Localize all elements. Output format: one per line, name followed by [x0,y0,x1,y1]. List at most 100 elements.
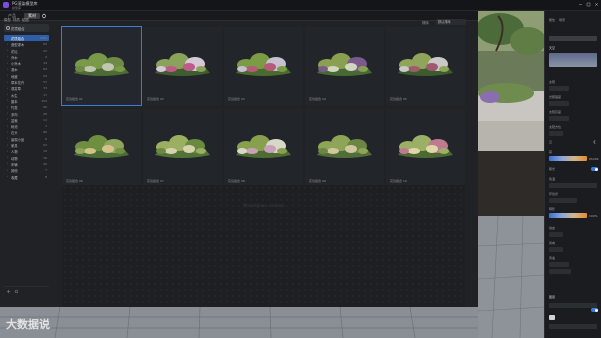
chevron-right-icon[interactable]: › [7,49,9,52]
settings-icon[interactable] [14,289,19,294]
chevron-right-icon[interactable]: › [7,36,9,40]
chevron-right-icon[interactable]: › [7,137,9,140]
sidebar-item-count: 80 [43,130,47,135]
asset-tile[interactable]: 花境组合 05 [386,27,465,105]
chevron-right-icon[interactable]: › [7,156,9,159]
color-temp-value: 6500K [589,157,599,161]
rp-tab-properties[interactable]: 属性 [549,18,555,22]
title-bar: PG渲染模型库 模型库 [0,0,601,11]
chevron-right-icon[interactable]: › [7,105,9,109]
add-icon[interactable] [6,289,11,294]
sidebar-tab-textures[interactable]: 贴图 [22,17,29,22]
chevron-right-icon[interactable]: › [7,130,9,134]
sky-preview[interactable] [549,53,597,67]
sidebar-item-count: 17 [43,92,47,97]
sidebar-item[interactable]: › 收藏 8 [4,174,49,180]
sidebar-tab-materials[interactable]: 材质 [13,17,20,22]
search-text: 花境组合 [11,26,25,31]
minimize-icon[interactable] [578,2,583,7]
sun-field[interactable] [549,86,569,91]
asset-tile[interactable]: 花境组合 07 [143,109,222,187]
wind-extra-field[interactable] [549,269,571,274]
sidebar-item-count: 16 [43,155,47,160]
chevron-right-icon[interactable]: › [7,99,9,102]
exposure-toggle[interactable] [591,167,598,171]
color-temp-field[interactable] [549,183,597,188]
sidebar-tab-models[interactable]: 模型 [4,17,11,22]
app-logo [3,2,9,8]
asset-tile[interactable]: 花境组合 08 [224,109,303,187]
layer-toggle[interactable] [591,308,598,312]
sidebar-item-count: 8 [45,136,47,141]
chevron-right-icon[interactable]: › [7,175,9,178]
category-list: › 花境组合 1984 › 造型灌木 65 › 花坛 22 › 乔木 2 › 小乔木 14 › 灌木 83 › 地被 5… [4,35,49,180]
rp-tab-scene[interactable]: 场景 [559,18,565,22]
asset-thumbnail [236,53,291,76]
rp-section-layers: 图层 [549,295,556,299]
asset-thumbnail [317,53,372,76]
maximize-icon[interactable] [586,2,591,7]
chevron-right-icon[interactable]: › [7,61,9,65]
asset-tile[interactable]: 花境组合 02 [143,27,222,105]
sidebar-item-count: 33 [43,86,47,91]
layer-row-2[interactable] [549,324,597,329]
chevron-right-icon[interactable]: › [7,118,9,121]
chevron-right-icon[interactable]: › [7,143,9,147]
azimuth-field[interactable] [549,131,563,136]
sidebar-item-label: 水生 [11,93,18,98]
sidebar-item-count: 7 [45,168,47,173]
asset-name: 花境组合 09 [309,179,326,183]
asset-tile[interactable]: 花境组合 06 [62,109,141,187]
moon-icon[interactable] [593,140,597,144]
color-temp-slider[interactable] [549,156,587,161]
asset-thumbnail [155,135,210,158]
wind-dir-field[interactable] [549,247,563,252]
sidebar-item-count: 52 [43,143,47,148]
wind-speed-field[interactable] [549,262,569,267]
layer-color[interactable] [549,315,555,320]
chevron-right-icon[interactable]: › [7,162,9,165]
sidebar-item-label: 树池 [11,125,18,130]
dynamic-field[interactable] [549,232,563,237]
asset-tile[interactable]: 花境组合 04 [305,27,384,105]
close-icon[interactable] [594,2,599,7]
sidebar-item-label: 车辆 [11,162,18,167]
chevron-right-icon[interactable]: › [7,124,9,128]
sidebar-item-label: 藤本 [11,99,18,104]
rp-label-shadow: 阴影 [549,207,556,211]
asset-tile[interactable]: 花境组合 03 [224,27,303,105]
asset-tile[interactable]: 花境组合 09 [305,109,384,187]
viewport-3d[interactable] [478,11,544,338]
asset-name: 花境组合 04 [309,97,326,101]
intensity-field[interactable] [549,101,569,106]
shadow-slider[interactable] [549,213,587,218]
category-search[interactable]: 花境组合 [4,24,49,32]
chevron-right-icon[interactable]: › [7,86,9,90]
chevron-right-icon[interactable]: › [7,55,9,58]
sidebar-item-count: 8 [45,174,47,179]
asset-tile[interactable]: 花境组合 10 [386,109,465,187]
chevron-right-icon[interactable]: › [7,80,9,84]
ambient-field[interactable] [549,198,577,203]
chevron-right-icon[interactable]: › [7,67,9,71]
chevron-right-icon[interactable]: › [7,42,9,46]
asset-grid: 花境组合 01 花境组合 02 花境组合 03 花境组合 04 花境组合 05 花境组合 … [61,17,465,187]
rp-label-exposure: 曝光 [549,167,556,171]
sun-height-field[interactable] [549,116,569,121]
rp-toolbar[interactable] [549,36,597,41]
chevron-right-icon[interactable]: › [7,112,9,115]
empty-area: Marketplace content [62,185,465,307]
sidebar-item-count: 1984 [39,36,47,40]
rp-label-ambient: 环境光 [549,192,559,196]
chevron-right-icon[interactable]: › [7,168,9,172]
asset-name: 花境组合 05 [390,97,407,101]
asset-name: 花境组合 10 [390,179,407,183]
rp-label-fog: 雾 [549,150,553,154]
chevron-right-icon[interactable]: › [7,74,9,77]
asset-tile[interactable]: 花境组合 01 [61,26,142,106]
shadow-value: 100% [589,214,598,218]
chevron-right-icon[interactable]: › [7,149,9,153]
layer-row[interactable] [549,303,597,308]
chevron-right-icon[interactable]: › [7,93,9,96]
rp-label-intensity: 光照强度 [549,95,562,99]
